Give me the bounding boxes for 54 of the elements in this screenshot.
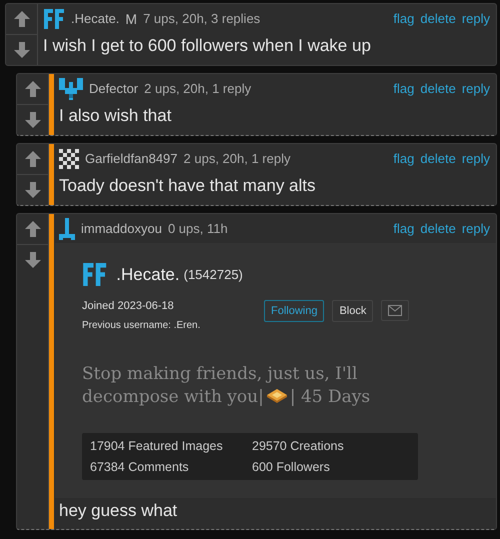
waffle-icon: [266, 388, 288, 404]
down-arrow-icon[interactable]: [12, 41, 30, 59]
comment-text: Toady doesn't have that many alts: [59, 175, 317, 197]
up-arrow-icon[interactable]: [12, 10, 30, 28]
action-link[interactable]: flag: [393, 151, 414, 166]
action-link[interactable]: delete: [420, 151, 456, 166]
profile-id: (1542725): [184, 267, 243, 282]
action-link[interactable]: delete: [420, 81, 456, 96]
action-link[interactable]: reply: [462, 11, 490, 26]
profile-name: .Hecate.: [116, 264, 180, 284]
down-arrow-icon[interactable]: [24, 111, 42, 129]
joined-date: Joined 2023-06-18: [82, 300, 175, 312]
up-arrow-icon[interactable]: [24, 80, 42, 98]
avatar-icon: [59, 148, 79, 168]
comment-meta: 7 ups, 20h, 3 replies: [143, 11, 260, 26]
action-link[interactable]: flag: [393, 221, 414, 236]
block-button[interactable]: Block: [332, 300, 374, 322]
comment-text: I also wish that: [59, 105, 172, 127]
avatar-icon: [82, 263, 108, 286]
following-button[interactable]: Following: [264, 300, 324, 322]
action-link[interactable]: flag: [393, 11, 414, 26]
reply-bar: [49, 144, 54, 205]
comment-meta: 2 ups, 20h, 1 reply: [144, 81, 252, 96]
action-link[interactable]: delete: [420, 221, 456, 236]
profile-bio: Stop making friends, just us, I'll decompose with you| | 45 Days: [82, 363, 372, 409]
action-link[interactable]: reply: [462, 151, 490, 166]
stat-text: 17904 Featured Images: [90, 439, 224, 453]
mail-icon: [388, 305, 402, 316]
message-button[interactable]: [381, 300, 410, 321]
username[interactable]: Garfieldfan8497: [85, 151, 178, 166]
username[interactable]: .Hecate.: [71, 11, 120, 26]
stat-text: 600 Followers: [252, 460, 331, 474]
comment-meta: 2 ups, 20h, 1 reply: [184, 151, 290, 166]
avatar-icon: [43, 8, 65, 28]
avatar-icon: [59, 78, 83, 100]
username[interactable]: immaddoxyou: [81, 221, 162, 236]
comment-meta: 0 ups, 11h: [168, 221, 228, 236]
stat-text: 67384 Comments: [90, 460, 190, 474]
username[interactable]: Defector: [89, 81, 138, 96]
up-arrow-icon[interactable]: [24, 220, 42, 238]
stat-text: 29570 Creations: [252, 439, 345, 453]
action-link[interactable]: reply: [462, 81, 490, 96]
down-arrow-icon[interactable]: [24, 181, 42, 199]
action-link[interactable]: reply: [462, 221, 490, 236]
action-link[interactable]: flag: [393, 81, 414, 96]
reply-bar: [49, 74, 54, 135]
user-flair: M: [125, 10, 138, 26]
previous-username: Previous username: .Eren.: [82, 320, 202, 331]
avatar-icon: [59, 218, 75, 240]
down-arrow-icon[interactable]: [24, 251, 42, 269]
up-arrow-icon[interactable]: [24, 150, 42, 168]
action-link[interactable]: delete: [420, 11, 456, 26]
comment-text: I wish I get to 600 followers when I wake up: [43, 35, 372, 57]
comment-text: hey guess what: [59, 500, 178, 522]
